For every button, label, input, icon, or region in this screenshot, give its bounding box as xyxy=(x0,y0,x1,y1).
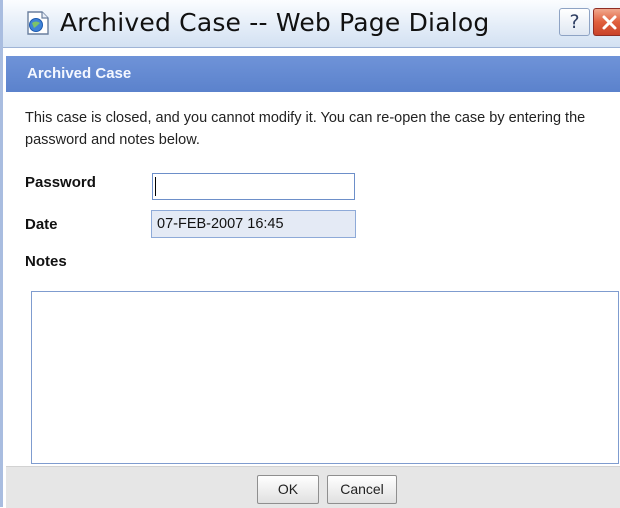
info-message: This case is closed, and you cannot modi… xyxy=(25,110,586,148)
section-header: Archived Case xyxy=(6,56,620,92)
notes-label: Notes xyxy=(25,253,67,270)
window-title: Archived Case -- Web Page Dialog xyxy=(60,8,490,37)
section-header-title: Archived Case xyxy=(27,65,132,82)
close-icon xyxy=(594,15,620,41)
date-field: 07-FEB-2007 16:45 xyxy=(151,210,356,238)
date-label: Date xyxy=(25,216,58,233)
title-bar[interactable]: Archived Case -- Web Page Dialog ? xyxy=(3,0,620,48)
browser-page-icon xyxy=(25,10,51,36)
password-label: Password xyxy=(25,174,96,191)
close-button[interactable] xyxy=(593,8,620,36)
help-button[interactable]: ? xyxy=(559,8,590,36)
dialog-window: Archived Case -- Web Page Dialog ? Archi… xyxy=(0,0,620,508)
cancel-button[interactable]: Cancel xyxy=(327,475,397,504)
ok-button[interactable]: OK xyxy=(257,475,319,504)
text-cursor xyxy=(155,177,156,196)
password-field[interactable] xyxy=(152,173,355,200)
notes-textarea[interactable] xyxy=(31,291,619,464)
